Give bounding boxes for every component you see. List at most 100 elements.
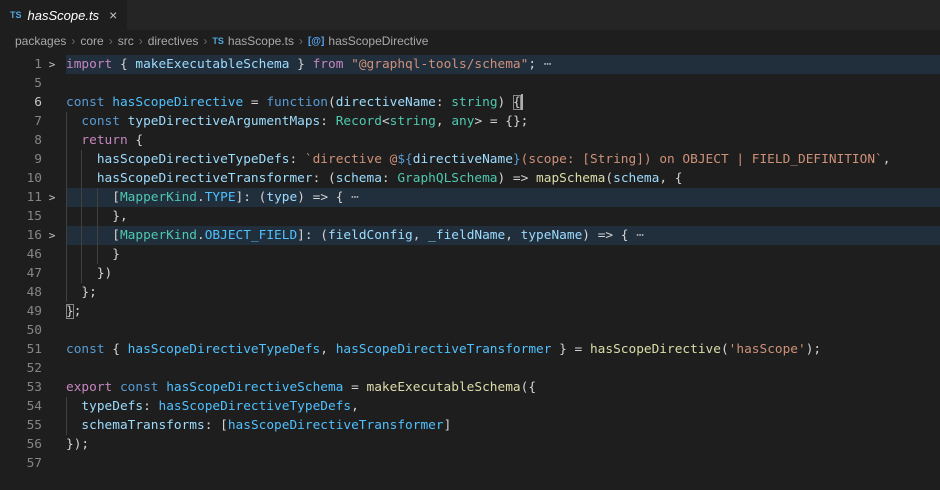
fold-gutter[interactable] [42,435,62,454]
line-number[interactable]: 11 [0,188,42,207]
tab-hasscope-ts[interactable]: TS hasScope.ts × [0,0,127,30]
code-line[interactable]: 5 [0,74,940,93]
code-line[interactable]: 1 > import { makeExecutableSchema } from "… [0,55,940,74]
line-number[interactable]: 9 [0,150,42,169]
close-icon[interactable]: × [109,8,117,22]
fold-gutter[interactable] [42,454,62,473]
code-line-text[interactable]: import { makeExecutableSchema } from "@g… [66,55,940,74]
fold-gutter[interactable]: > [42,188,62,207]
fold-gutter[interactable]: > [42,55,62,74]
code-line-text[interactable]: }; [66,302,940,321]
line-number[interactable]: 46 [0,245,42,264]
breadcrumb-item-core[interactable]: core [80,34,103,48]
fold-gutter[interactable] [42,74,62,93]
fold-gutter[interactable] [42,264,62,283]
line-number[interactable]: 57 [0,454,42,473]
code-line[interactable]: 49}; [0,302,940,321]
code-line[interactable]: 7 const typeDirectiveArgumentMaps: Recor… [0,112,940,131]
line-number[interactable]: 55 [0,416,42,435]
fold-gutter[interactable] [42,359,62,378]
line-number[interactable]: 54 [0,397,42,416]
code-line[interactable]: 6 const hasScopeDirective = function(dire… [0,93,940,112]
code-line-text[interactable]: }); [66,435,940,454]
code-line[interactable]: 48 }; [0,283,940,302]
code-line[interactable]: 8 return { [0,131,940,150]
fold-gutter[interactable] [42,283,62,302]
line-number[interactable]: 5 [0,74,42,93]
code-line[interactable]: 52 [0,359,940,378]
code-line-text[interactable]: hasScopeDirectiveTransformer: (schema: G… [66,169,940,188]
code-line-text[interactable]: const { hasScopeDirectiveTypeDefs, hasSc… [66,340,940,359]
code-editor[interactable]: 1 > import { makeExecutableSchema } from "… [0,52,940,490]
code-line[interactable]: 10 hasScopeDirectiveTransformer: (schema… [0,169,940,188]
code-line-text[interactable]: return { [66,131,940,150]
code-line[interactable]: 55 schemaTransforms: [hasScopeDirectiveT… [0,416,940,435]
code-line-text[interactable]: }) [66,264,940,283]
line-number[interactable]: 53 [0,378,42,397]
fold-gutter[interactable] [42,112,62,131]
code-line[interactable]: 50 [0,321,940,340]
code-line-text[interactable] [66,454,940,473]
code-line[interactable]: 9 hasScopeDirectiveTypeDefs: `directive … [0,150,940,169]
code-line[interactable]: 56}); [0,435,940,454]
fold-gutter[interactable] [42,340,62,359]
code-line[interactable]: 16 > [MapperKind.OBJECT_FIELD]: (fieldCon… [0,226,940,245]
fold-gutter[interactable] [42,378,62,397]
code-line[interactable]: 57 [0,454,940,473]
code-line-text[interactable] [66,321,940,340]
breadcrumb-item-packages[interactable]: packages [15,34,66,48]
code-line-text[interactable]: [MapperKind.TYPE]: (type) => { ⋯ [66,188,940,207]
chevron-right-icon[interactable]: > [49,226,56,245]
code-line-text[interactable]: const typeDirectiveArgumentMaps: Record<… [66,112,940,131]
line-number[interactable]: 49 [0,302,42,321]
code-line[interactable]: 15 }, [0,207,940,226]
code-line-text[interactable]: const hasScopeDirective = function(direc… [66,93,940,112]
code-line[interactable]: 47 }) [0,264,940,283]
line-number[interactable]: 51 [0,340,42,359]
breadcrumb-item-symbol[interactable]: [@] hasScopeDirective [308,34,428,48]
fold-gutter[interactable] [42,207,62,226]
fold-gutter[interactable]: > [42,226,62,245]
code-line[interactable]: 46 } [0,245,940,264]
code-line-text[interactable]: }, [66,207,940,226]
line-number[interactable]: 15 [0,207,42,226]
fold-gutter[interactable] [42,397,62,416]
code-line-text[interactable] [66,74,940,93]
code-line[interactable]: 53 export const hasScopeDirectiveSchema =… [0,378,940,397]
code-line[interactable]: 54 typeDefs: hasScopeDirectiveTypeDefs, [0,397,940,416]
line-number[interactable]: 10 [0,169,42,188]
line-number[interactable]: 6 [0,93,42,112]
code-line[interactable]: 51 const { hasScopeDirectiveTypeDefs, has… [0,340,940,359]
chevron-right-icon[interactable]: > [49,188,56,207]
fold-gutter[interactable] [42,302,62,321]
fold-gutter[interactable] [42,150,62,169]
line-number[interactable]: 1 [0,55,42,74]
line-number[interactable]: 56 [0,435,42,454]
fold-gutter[interactable] [42,131,62,150]
code-line[interactable]: 11 > [MapperKind.TYPE]: (type) => { ⋯ [0,188,940,207]
fold-gutter[interactable] [42,169,62,188]
code-line-text[interactable]: hasScopeDirectiveTypeDefs: `directive @$… [66,150,940,169]
breadcrumb-item-src[interactable]: src [118,34,134,48]
line-number[interactable]: 50 [0,321,42,340]
line-number[interactable]: 8 [0,131,42,150]
code-line-text[interactable]: typeDefs: hasScopeDirectiveTypeDefs, [66,397,940,416]
fold-gutter[interactable] [42,245,62,264]
code-line-text[interactable] [66,359,940,378]
chevron-right-icon[interactable]: > [49,55,56,74]
line-number[interactable]: 16 [0,226,42,245]
fold-gutter[interactable] [42,321,62,340]
code-line-text[interactable]: schemaTransforms: [hasScopeDirectiveTran… [66,416,940,435]
breadcrumb-item-directives[interactable]: directives [148,34,199,48]
code-line-text[interactable]: } [66,245,940,264]
line-number[interactable]: 48 [0,283,42,302]
line-number[interactable]: 7 [0,112,42,131]
breadcrumb-item-file[interactable]: TS hasScope.ts [212,34,294,48]
code-line-text[interactable]: [MapperKind.OBJECT_FIELD]: (fieldConfig,… [66,226,940,245]
fold-gutter[interactable] [42,93,62,112]
fold-gutter[interactable] [42,416,62,435]
line-number[interactable]: 52 [0,359,42,378]
code-line-text[interactable]: }; [66,283,940,302]
code-line-text[interactable]: export const hasScopeDirectiveSchema = m… [66,378,940,397]
line-number[interactable]: 47 [0,264,42,283]
